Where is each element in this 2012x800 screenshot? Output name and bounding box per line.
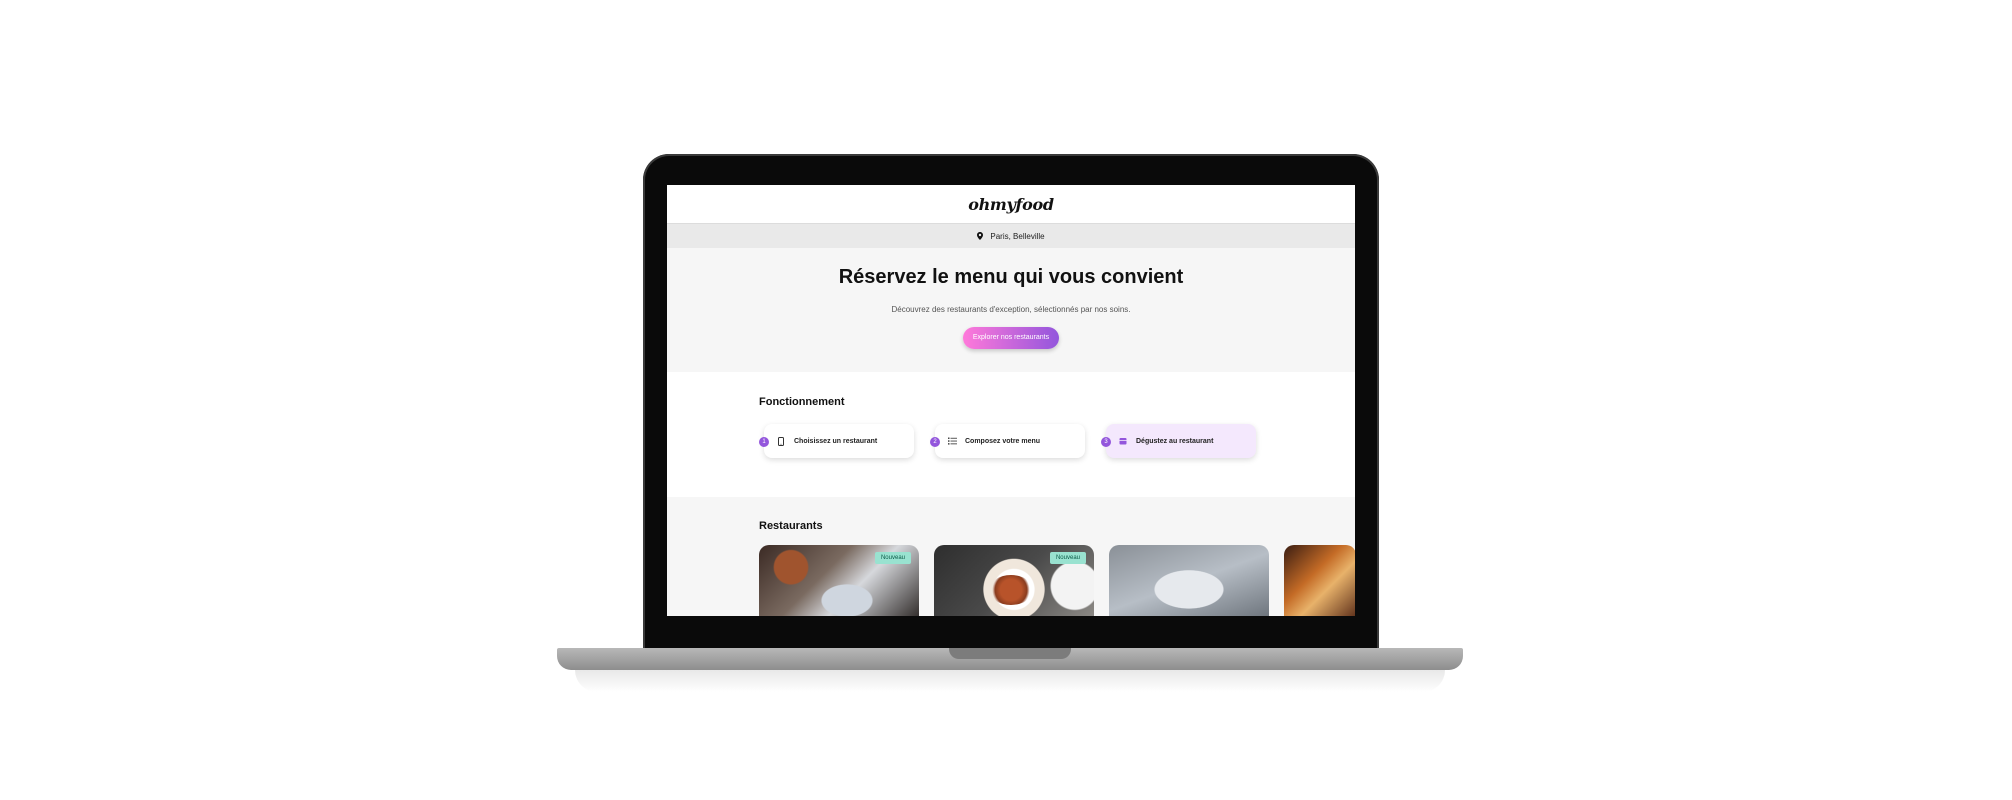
laptop-shadow (575, 670, 1445, 692)
dish-image (989, 575, 1033, 605)
calendar-icon (1118, 437, 1128, 445)
laptop-notch (949, 648, 1071, 659)
restaurant-cards: Nouveau Nouveau (759, 545, 1355, 616)
site-logo[interactable]: ohmyfood (968, 195, 1054, 214)
step-card: Dégustez au restaurant (1106, 424, 1256, 458)
mobile-phone-icon (776, 436, 786, 446)
step-label: Composez votre menu (965, 437, 1041, 445)
site-header: ohmyfood (667, 185, 1355, 223)
explore-restaurants-button[interactable]: Explorer nos restaurants (962, 327, 1060, 349)
steps-list: 1 Choisissez un restaurant 2 Composez vo… (759, 424, 1256, 458)
map-pin-icon (977, 232, 984, 240)
step-label: Choisissez un restaurant (794, 437, 878, 445)
step-number: 3 (1101, 437, 1111, 447)
hero-title: Réservez le menu qui vous convient (838, 266, 1184, 288)
new-badge: Nouveau (1049, 552, 1086, 564)
step-1: 1 Choisissez un restaurant (759, 424, 914, 458)
how-it-works-title: Fonctionnement (759, 396, 845, 408)
restaurant-card[interactable] (1109, 545, 1269, 616)
restaurant-card[interactable]: Nouveau (759, 545, 919, 616)
hero-section: Réservez le menu qui vous convient Décou… (667, 248, 1355, 372)
step-card: Choisissez un restaurant (764, 424, 914, 458)
list-icon (947, 437, 957, 445)
how-it-works-section: Fonctionnement 1 Choisissez un restauran… (667, 372, 1355, 497)
step-number: 2 (930, 437, 940, 447)
step-number: 1 (759, 437, 769, 447)
location-bar: Paris, Belleville (667, 223, 1355, 248)
restaurants-section: Restaurants Nouveau Nouveau (667, 497, 1355, 616)
step-label: Dégustez au restaurant (1136, 437, 1214, 445)
new-badge: Nouveau (874, 552, 911, 564)
step-3: 3 Dégustez au restaurant (1101, 424, 1256, 458)
restaurants-title: Restaurants (759, 520, 823, 532)
restaurant-card[interactable] (1284, 545, 1355, 616)
step-2: 2 Composez votre menu (930, 424, 1085, 458)
step-card: Composez votre menu (935, 424, 1085, 458)
hero-subtitle: Découvrez des restaurants d'exception, s… (891, 305, 1131, 314)
restaurant-card[interactable]: Nouveau (934, 545, 1094, 616)
location-label: Paris, Belleville (990, 231, 1045, 241)
laptop-screen: ohmyfood Paris, Belleville Réservez le m… (667, 185, 1355, 616)
